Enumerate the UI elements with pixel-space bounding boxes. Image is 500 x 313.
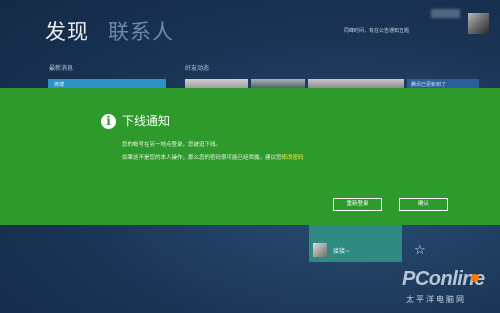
info-icon: i (101, 114, 116, 129)
confirm-button[interactable]: 确认 (399, 198, 448, 211)
dialog-title: 下线通知 (122, 114, 171, 128)
section-label-news: 最新消息 (49, 65, 74, 72)
header-notice: 同峰时间，有在公告通知五题 (344, 28, 410, 34)
section-label-friends: 好友动态 (185, 65, 210, 72)
watermark-sub-text: 太平洋电脑网 (406, 295, 466, 304)
news-tile-text: 微博 (54, 82, 65, 88)
star-icon[interactable]: ☆ (414, 244, 426, 257)
relogin-button[interactable]: 重新登录 (333, 198, 382, 211)
tab-discover[interactable]: 发现 (45, 16, 89, 46)
dialog-message: 您的帐号在另一地点登录，您被迫下线。 (122, 142, 222, 148)
avatar[interactable] (468, 13, 489, 34)
dialog-warning: 如果这不是您的本人操作，那么您的密码很可能已经泄露。建议您修改密码 (122, 153, 304, 161)
change-password-link[interactable]: 修改密码 (282, 155, 304, 161)
app-window: 发现 联系人 同峰时间，有在公告通知五题 最新消息 好友动态 微博 腾讯已更新到… (0, 0, 500, 313)
watermark-dot (471, 274, 479, 282)
tab-contacts[interactable]: 联系人 (108, 16, 174, 46)
friend-avatar (313, 243, 327, 257)
side-tile-text: 腾讯已更新到了 (411, 82, 447, 88)
friend-activity-text: 接接~ (333, 248, 351, 255)
dialog-warning-text: 如果这不是您的本人操作，那么您的密码很可能已经泄露。建议您 (122, 155, 282, 161)
user-name-blurred (431, 9, 460, 18)
